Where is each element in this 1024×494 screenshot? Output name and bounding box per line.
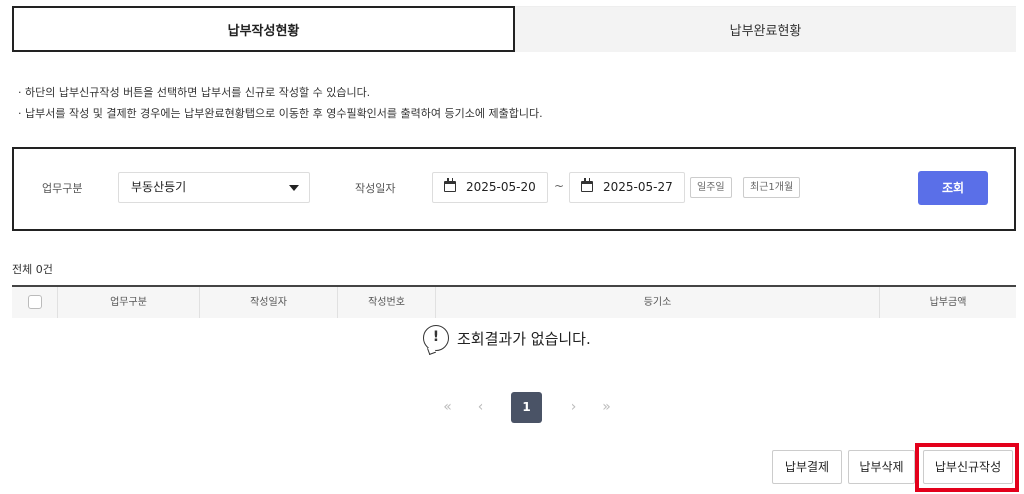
highlight-box bbox=[915, 443, 1019, 492]
caret-down-icon bbox=[289, 185, 299, 191]
select-all-checkbox[interactable] bbox=[27, 295, 42, 309]
calendar-icon bbox=[444, 178, 456, 192]
empty-message: 조회결과가 없습니다. bbox=[457, 329, 591, 348]
notice-item: · 하단의 납부신규작성 버튼을 선택하면 납부서를 신규로 작성할 수 있습니… bbox=[18, 86, 371, 99]
first-page-icon[interactable]: « bbox=[432, 392, 463, 423]
column-header: 업무구분 bbox=[58, 287, 200, 318]
total-count: 전체 0건 bbox=[12, 263, 53, 276]
date-from-field[interactable]: 2025-05-20 bbox=[432, 172, 548, 203]
search-panel: 업무구분 부동산등기 작성일자 2025-05-20 ~ 2025-05-27 … bbox=[12, 147, 1016, 231]
date-from-value: 2025-05-20 bbox=[466, 180, 536, 194]
notice-list: · 하단의 납부신규작성 버튼을 선택하면 납부서를 신규로 작성할 수 있습니… bbox=[18, 82, 543, 124]
date-separator: ~ bbox=[554, 179, 565, 193]
quick-month-button[interactable]: 최근1개월 bbox=[743, 177, 801, 198]
pay-button[interactable]: 납부결제 bbox=[772, 450, 842, 484]
tab-payment-draft[interactable]: 납부작성현황 bbox=[12, 6, 515, 52]
header-checkbox-cell bbox=[12, 287, 58, 318]
tab-bar: 납부작성현황 납부완료현황 bbox=[12, 6, 1016, 52]
column-header: 납부금액 bbox=[929, 297, 967, 308]
calendar-icon bbox=[581, 178, 593, 192]
column-header: 작성일자 bbox=[200, 287, 338, 318]
date-to-value: 2025-05-27 bbox=[603, 180, 673, 194]
empty-state: ! 조회결과가 없습니다. bbox=[423, 325, 591, 351]
quick-week-button[interactable]: 일주일 bbox=[690, 177, 732, 198]
date-label: 작성일자 bbox=[355, 182, 396, 195]
notice-item: · 납부서를 작성 및 결제한 경우에는 납부완료현황탭으로 이동한 후 영수필… bbox=[18, 107, 543, 120]
next-page-icon[interactable]: › bbox=[558, 392, 589, 423]
exclamation-bubble-icon: ! bbox=[423, 325, 449, 351]
work-type-select[interactable]: 부동산등기 bbox=[118, 172, 310, 203]
column-header: 작성번호 bbox=[338, 287, 436, 318]
column-header: 등기소 bbox=[436, 287, 880, 318]
date-to-field[interactable]: 2025-05-27 bbox=[569, 172, 685, 203]
delete-button[interactable]: 납부삭제 bbox=[848, 450, 915, 484]
work-type-label: 업무구분 bbox=[42, 182, 83, 195]
last-page-icon[interactable]: » bbox=[591, 392, 622, 423]
table-header: 업무구분 작성일자 작성번호 등기소 납부금액 bbox=[12, 285, 1016, 318]
pagination: « ‹ 1 › » bbox=[432, 392, 624, 423]
page-number-current[interactable]: 1 bbox=[511, 392, 542, 423]
tab-payment-complete[interactable]: 납부완료현황 bbox=[515, 6, 1016, 52]
work-type-value: 부동산등기 bbox=[131, 180, 187, 194]
search-button[interactable]: 조회 bbox=[918, 171, 988, 205]
prev-page-icon[interactable]: ‹ bbox=[465, 392, 496, 423]
